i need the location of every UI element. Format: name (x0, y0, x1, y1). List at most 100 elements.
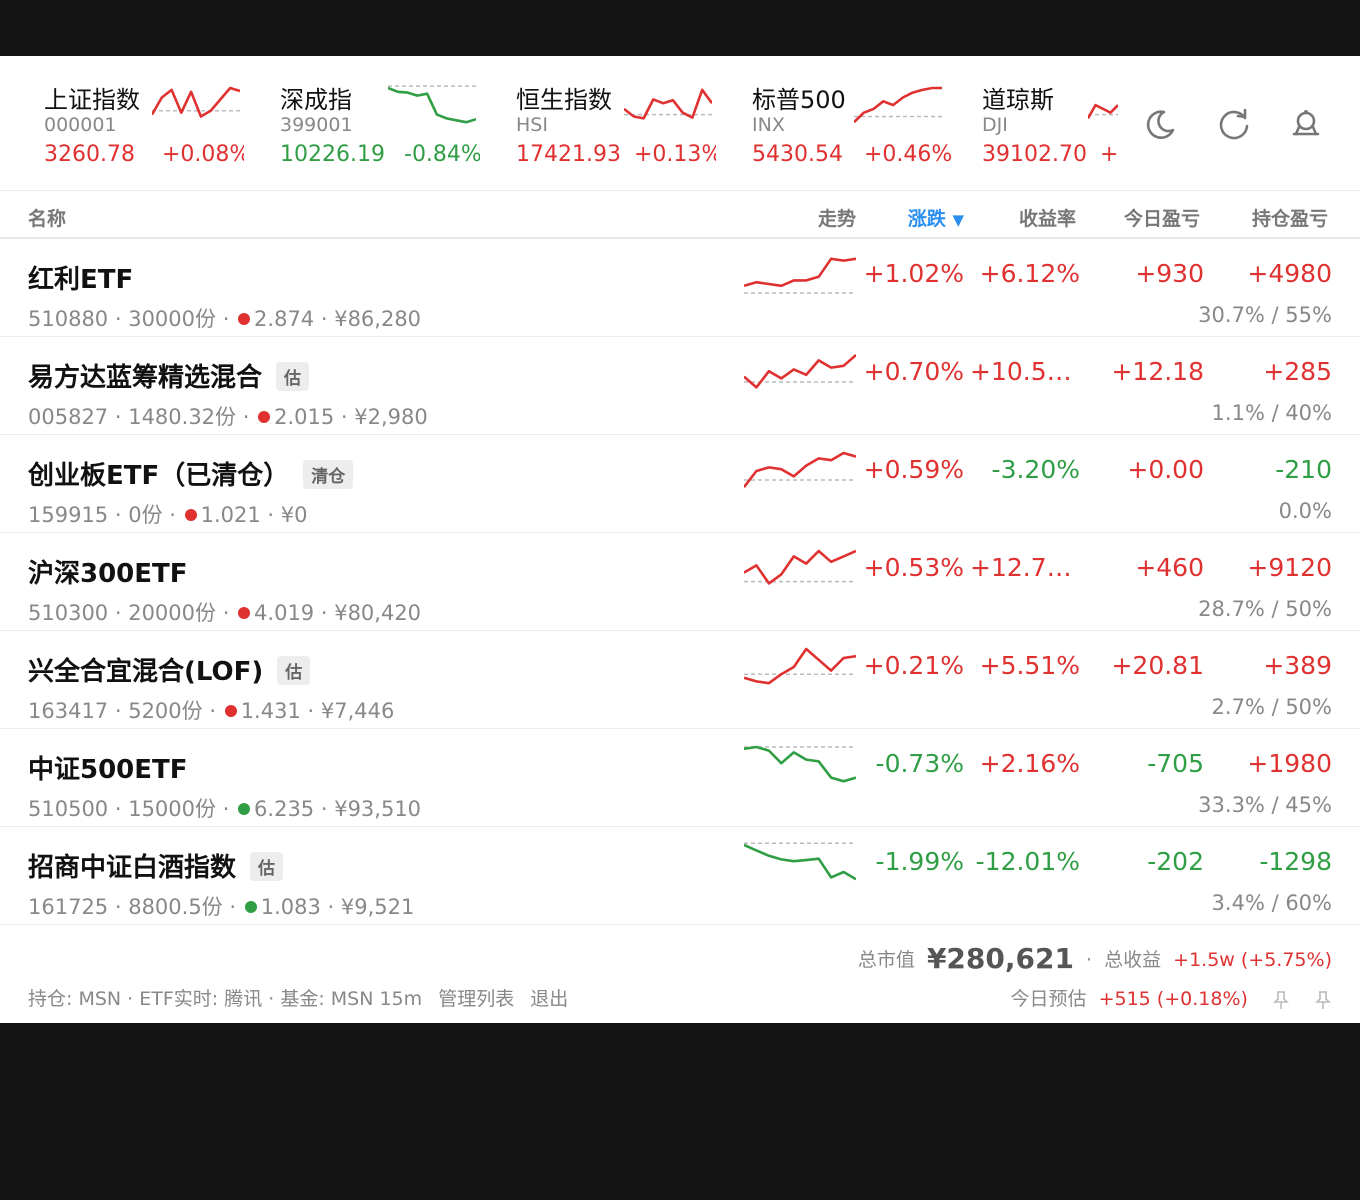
fund-amount: ¥0 (280, 503, 308, 527)
fund-hold-pl: +285 (1263, 357, 1332, 386)
fund-change: -1.99% (875, 847, 964, 876)
header-name[interactable]: 名称 (28, 204, 66, 231)
fund-change: +1.02% (863, 259, 964, 288)
fund-details: 510880 · 30000份 · 2.874 · ¥86,280 (28, 307, 422, 331)
fund-shares: 1480.32份 (128, 405, 237, 429)
total-profit-label: 总收益 (1104, 949, 1162, 971)
fund-yield: +10.55... (970, 357, 1080, 386)
header-yield[interactable]: 收益率 (1019, 204, 1076, 231)
manage-list-link[interactable]: 管理列表 (438, 988, 514, 1010)
fund-price: 4.019 (254, 601, 315, 625)
fund-shares: 15000份 (128, 797, 217, 821)
fund-price: 1.431 (240, 699, 301, 723)
fund-code: 510300 (28, 601, 109, 625)
user-icon[interactable] (1286, 104, 1326, 144)
index-value: 39102.70 (982, 142, 1087, 167)
separator: · (1086, 949, 1093, 971)
data-sources: 持仓: MSN · ETF实时: 腾讯 · 基金: MSN 15m (28, 988, 423, 1010)
header-hold-pl[interactable]: 持仓盈亏 (1252, 204, 1328, 231)
index-sparkline (854, 86, 942, 124)
index-card[interactable]: 道琼斯DJI 39102.70 +0 (982, 78, 1118, 178)
fund-title: 红利ETF (28, 259, 133, 296)
index-value: 17421.93 (516, 142, 621, 167)
total-value: ¥280,621 (926, 942, 1074, 975)
status-dot (238, 313, 251, 325)
fund-title: 中证500ETF (28, 749, 188, 786)
table-header: 名称 走势 涨跌 ▼ 收益率 今日盈亏 持仓盈亏 (0, 191, 1360, 239)
refresh-icon[interactable] (1214, 104, 1254, 144)
fund-shares: 20000份 (128, 601, 217, 625)
fund-hold-pl: +9120 (1247, 553, 1332, 582)
index-code: 399001 (280, 114, 353, 136)
top-actions (1140, 104, 1340, 144)
fund-yield: +6.12% (979, 259, 1080, 288)
fund-amount: ¥9,521 (340, 895, 415, 919)
summary-footer: 总市值 ¥280,621 · 总收益 +1.5w (+5.75%) 持仓: MS… (0, 926, 1360, 1023)
index-card[interactable]: 标普500 INX 5430.54 +0.46% (752, 78, 952, 178)
fund-row[interactable]: 沪深300ETF 510300 · 20000份 · 4.019 · ¥80,42… (0, 533, 1360, 631)
fund-code: 510500 (28, 797, 109, 821)
fund-name: 红利ETF (28, 265, 134, 295)
fund-row[interactable]: 创业板ETF（已清仓） 清仓 159915 · 0份 · 1.021 · ¥0 +0.… (0, 435, 1360, 533)
header-change-label: 涨跌 (907, 208, 946, 230)
fund-name: 创业板ETF（已清仓） (28, 461, 290, 491)
fund-yield: -12.01% (975, 847, 1080, 876)
fund-sparkline (744, 451, 856, 488)
index-sparkline (624, 88, 712, 120)
index-sparkline (388, 85, 476, 124)
fund-row[interactable]: 中证500ETF 510500 · 15000份 · 6.235 · ¥93,51… (0, 729, 1360, 827)
fund-details: 510300 · 20000份 · 4.019 · ¥80,420 (28, 601, 422, 625)
fund-today-pl: +460 (1135, 553, 1204, 582)
index-sparkline (1088, 103, 1118, 120)
fund-code: 510880 (28, 307, 109, 331)
fund-row[interactable]: 兴全合宜混合(LOF) 估 163417 · 5200份 · 1.431 · ¥7,… (0, 631, 1360, 729)
fund-yield: -3.20% (991, 455, 1080, 484)
index-value: 3260.78 (44, 142, 135, 167)
fund-price: 2.874 (254, 307, 315, 331)
fund-title: 兴全合宜混合(LOF) 估 (28, 651, 311, 688)
fund-badge: 估 (277, 656, 311, 685)
trend-line (744, 451, 856, 488)
fund-yield: +5.51% (979, 651, 1080, 680)
fund-price: 1.083 (260, 895, 321, 919)
fund-position-ratio: 30.7% / 55% (1198, 303, 1332, 327)
index-card[interactable]: 上证指数 000001 3260.78 +0.08% (44, 78, 244, 178)
fund-row[interactable]: 易方达蓝筹精选混合估 005827 · 1480.32份 · 2.015 · ¥2… (0, 337, 1360, 435)
fund-position-ratio: 1.1% / 40% (1211, 401, 1332, 425)
index-name: 上证指数 (44, 86, 140, 114)
header-trend[interactable]: 走势 (818, 204, 856, 231)
logout-link[interactable]: 退出 (530, 988, 568, 1010)
fund-price: 2.015 (274, 405, 335, 429)
pin-icon[interactable] (1272, 990, 1290, 1010)
moon-icon[interactable] (1140, 104, 1180, 144)
fund-shares: 5200份 (128, 699, 203, 723)
fund-title: 沪深300ETF (28, 553, 188, 590)
fund-position-ratio: 3.4% / 60% (1211, 891, 1332, 915)
fund-row[interactable]: 招商中证白酒指数估 161725 · 8800.5份 · 1.083 · ¥9,5… (0, 827, 1360, 925)
trend-line (744, 257, 856, 288)
total-summary: 总市值 ¥280,621 · 总收益 +1.5w (+5.75%) (858, 940, 1332, 975)
trend-line (744, 843, 856, 881)
fund-yield: +2.16% (979, 749, 1080, 778)
fund-position-ratio: 0.0% (1278, 499, 1332, 523)
header-today-pl[interactable]: 今日盈亏 (1124, 204, 1200, 231)
index-value: 5430.54 (752, 142, 843, 167)
fund-row[interactable]: 红利ETF 510880 · 30000份 · 2.874 · ¥86,280 +1… (0, 239, 1360, 337)
fund-change: -0.73% (875, 749, 964, 778)
fund-price: 1.021 (200, 503, 261, 527)
index-card[interactable]: 深成指 399001 10226.19 -0.84% (280, 78, 480, 178)
fund-title: 易方达蓝筹精选混合估 (28, 357, 310, 394)
fund-price: 6.235 (254, 797, 315, 821)
fund-details: 159915 · 0份 · 1.021 · ¥0 (28, 503, 308, 527)
fund-change: +0.53% (863, 553, 964, 582)
pin-top-icon[interactable] (1314, 990, 1332, 1010)
index-code: INX (752, 114, 785, 136)
index-card[interactable]: 恒生指数 HSI 17421.93 +0.13% (516, 78, 716, 178)
fund-amount: ¥7,446 (320, 699, 395, 723)
fund-today-pl: +12.18 (1111, 357, 1204, 386)
status-dot (184, 509, 197, 521)
fund-code: 159915 (28, 503, 109, 527)
header-change[interactable]: 涨跌 ▼ (908, 204, 964, 231)
status-dot (224, 705, 237, 717)
index-change: +0.08% (162, 142, 244, 167)
